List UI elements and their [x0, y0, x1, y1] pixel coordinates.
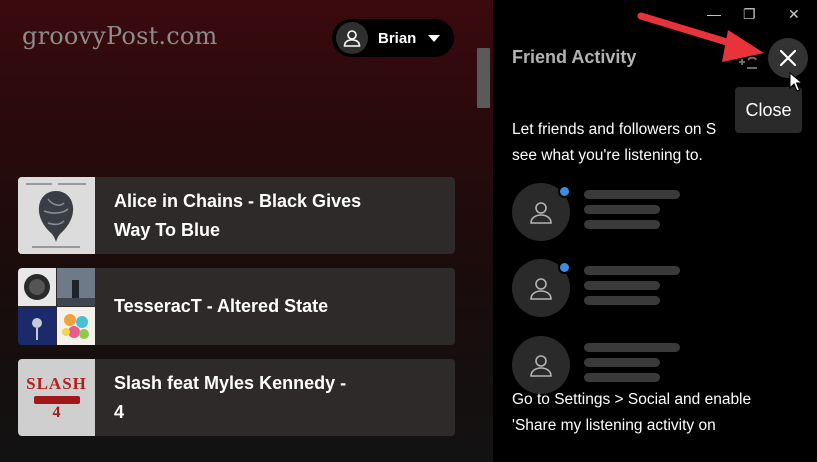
placeholder-bar [584, 296, 660, 305]
friend-placeholder [512, 183, 812, 243]
friend-placeholder [512, 259, 812, 319]
online-status-dot [558, 261, 571, 274]
close-icon [779, 49, 797, 67]
album-art-slash-text: SLASH [26, 373, 87, 393]
window-close-button[interactable]: ✕ [788, 6, 800, 23]
friend-activity-title: Friend Activity [512, 47, 637, 67]
mouse-cursor-icon [789, 71, 804, 97]
main-content: groovyPost.com Brian Alice in Chains - B… [0, 0, 493, 462]
online-status-dot [558, 185, 571, 198]
placeholder-bar [584, 343, 680, 352]
add-friend-icon[interactable] [738, 52, 760, 73]
user-icon [512, 336, 570, 394]
album-art-slash: SLASH 4 [18, 359, 95, 436]
album-art-tesseract [18, 268, 95, 345]
placeholder-bar [584, 281, 660, 290]
settings-hint: Go to Settings > Social and enable 'Shar… [512, 391, 752, 434]
album-art-slash-number: 4 [52, 403, 61, 421]
user-menu-button[interactable]: Brian [332, 19, 454, 57]
restore-button[interactable]: ❐ [743, 6, 756, 23]
placeholder-bar [584, 358, 660, 367]
friend-activity-description: Let friends and followers on S see what … [512, 121, 717, 164]
user-name: Brian [378, 29, 417, 47]
friend-activity-panel: — ❐ ✕ Friend Activity Close Let friends … [493, 0, 817, 462]
playlist-card-alice-in-chains[interactable]: Alice in Chains - Black Gives Way To Blu… [18, 177, 455, 254]
caret-down-icon [428, 34, 441, 42]
album-art-alice-in-chains [18, 177, 95, 254]
user-icon [336, 22, 368, 54]
placeholder-bar [584, 220, 660, 229]
playlist-title: Slash feat Myles Kennedy - 4 [114, 372, 347, 422]
minimize-button[interactable]: — [707, 6, 721, 22]
album-art-slash-banner [33, 395, 80, 404]
scrollbar[interactable] [477, 48, 490, 108]
watermark: groovyPost.com [22, 22, 218, 50]
placeholder-bar [584, 205, 660, 214]
playlist-card-tesseract[interactable]: TesseracT - Altered State [18, 268, 455, 345]
playlist-card-slash[interactable]: SLASH 4 Slash feat Myles Kennedy - 4 [18, 359, 455, 436]
placeholder-bar [584, 190, 680, 199]
playlist-title: Alice in Chains - Black Gives Way To Blu… [114, 190, 362, 240]
placeholder-bar [584, 373, 660, 382]
placeholder-bar [584, 266, 680, 275]
playlist-title: TesseracT - Altered State [114, 296, 329, 316]
